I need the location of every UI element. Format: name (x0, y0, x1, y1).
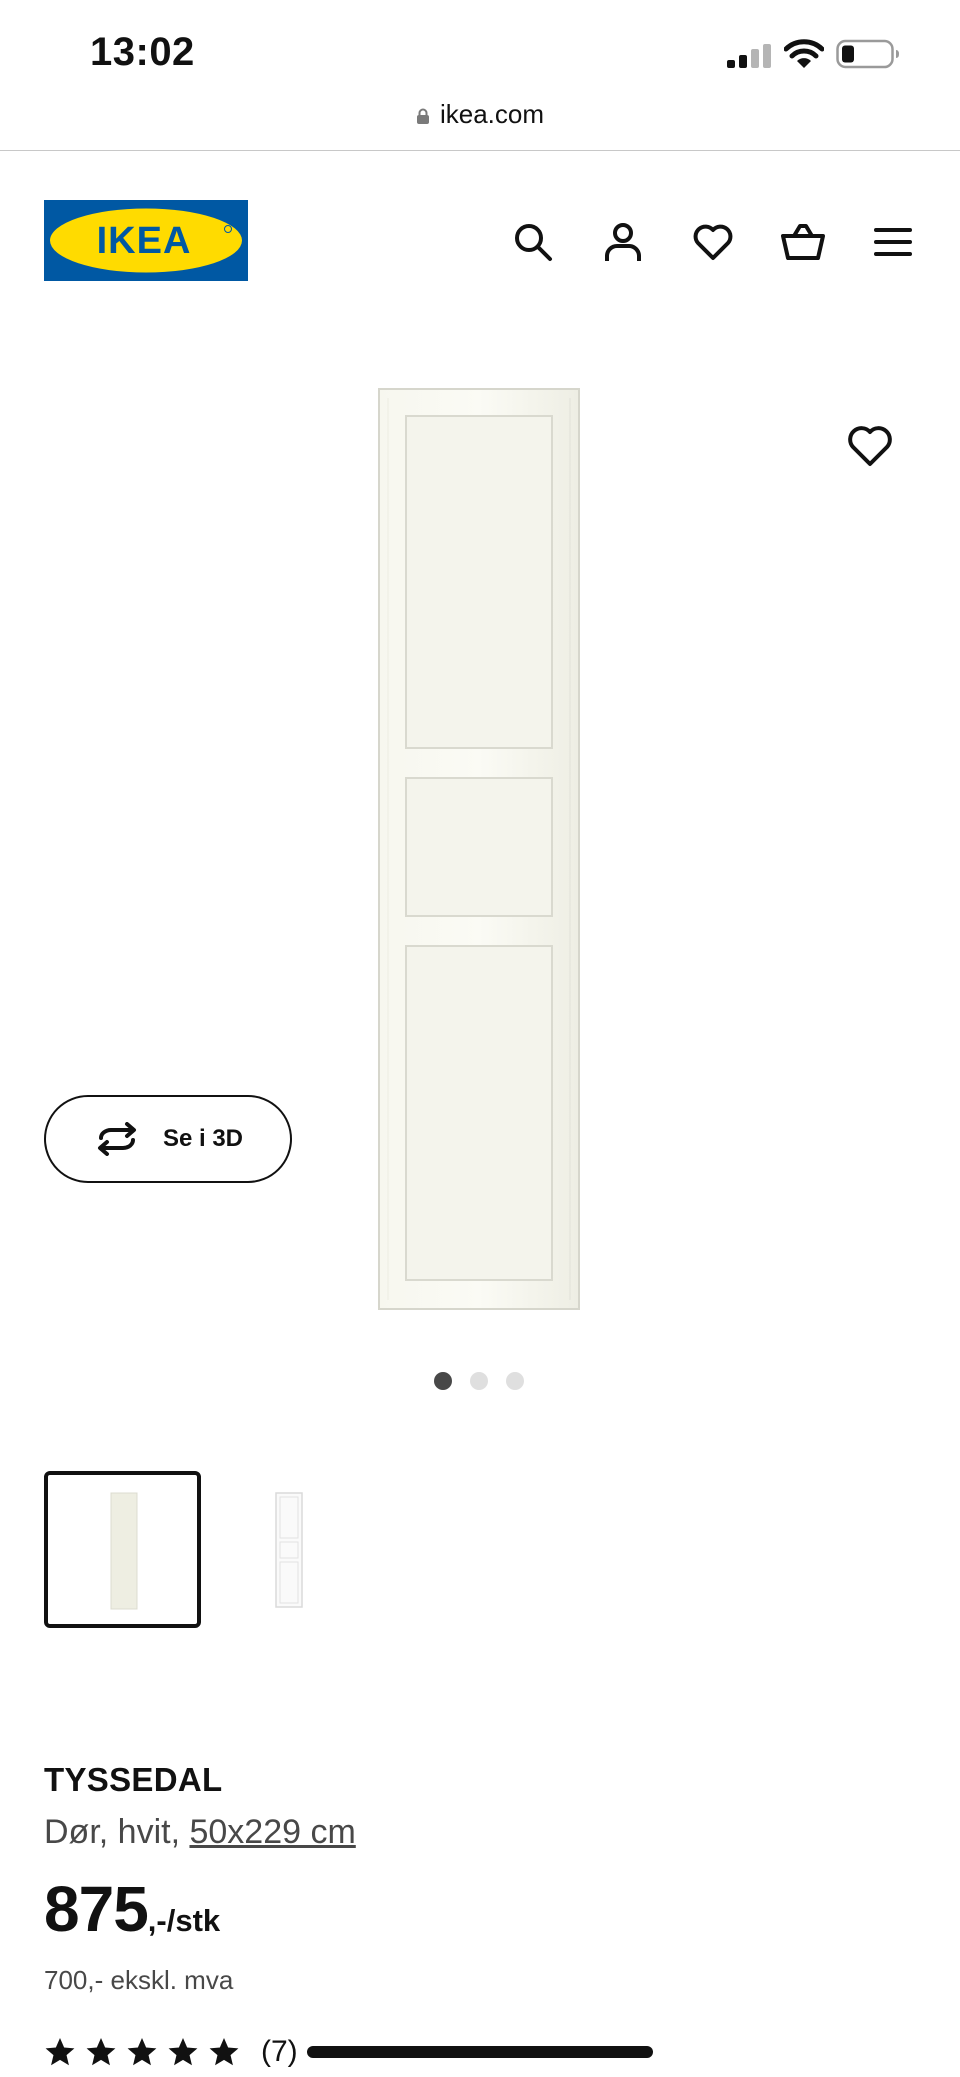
cellular-signal-icon (727, 44, 771, 68)
search-button[interactable] (509, 218, 557, 266)
product-type-text: Dør, hvit, (44, 1813, 190, 1851)
product-description: Dør, hvit, 50x229 cm (44, 1813, 356, 1852)
view-in-3d-label: Se i 3D (162, 1125, 244, 1152)
basket-icon (781, 224, 825, 260)
star-icon (86, 2038, 116, 2066)
site-header: IKEA (0, 150, 960, 330)
add-to-favourites-icon[interactable] (844, 420, 896, 472)
profile-button[interactable] (599, 218, 647, 266)
price-suffix: ,-/stk (147, 1903, 221, 1938)
carousel-dot-3[interactable] (506, 1372, 524, 1390)
browser-url-bar[interactable]: ikea.com (0, 95, 960, 151)
menu-icon (874, 228, 912, 256)
product-price: 875,-/stk (44, 1872, 220, 1946)
thumbnail-door-line-drawing (275, 1492, 303, 1608)
price-amount: 875 (44, 1873, 149, 1945)
carousel-dot-1[interactable] (434, 1372, 452, 1390)
review-count: (7) (261, 2035, 298, 2068)
thumbnail-1[interactable] (44, 1471, 201, 1628)
image-carousel-dots (434, 1372, 524, 1390)
star-icon (209, 2038, 239, 2066)
search-icon (515, 224, 552, 261)
status-time: 13:02 (90, 30, 195, 74)
thumbnail-door-image (110, 1492, 138, 1610)
home-indicator[interactable] (307, 2046, 653, 2058)
price-excl-vat: 700,- ekskl. mva (44, 1965, 234, 1995)
basket-button[interactable] (779, 218, 827, 266)
profile-icon (605, 223, 641, 261)
product-name: TYSSEDAL (44, 1761, 223, 1798)
svg-text:IKEA: IKEA (97, 220, 192, 262)
ikea-logo[interactable]: IKEA (44, 200, 248, 281)
star-icon (127, 2038, 157, 2066)
favourites-button[interactable] (689, 218, 737, 266)
product-image-door[interactable] (378, 388, 580, 1310)
product-size-link[interactable]: 50x229 cm (189, 1813, 355, 1851)
star-icon (45, 2038, 75, 2066)
battery-icon (836, 39, 899, 69)
lock-icon (416, 108, 429, 124)
wifi-icon (784, 39, 824, 68)
url-text: ikea.com (439, 99, 545, 129)
heart-icon (693, 224, 733, 260)
star-icon (168, 2038, 198, 2066)
thumbnail-2[interactable] (211, 1471, 368, 1628)
carousel-dot-2[interactable] (470, 1372, 488, 1390)
product-rating[interactable]: (7) (44, 2035, 298, 2069)
status-bar: 13:02 (0, 0, 960, 104)
menu-button[interactable] (869, 218, 917, 266)
view-in-3d-button[interactable]: Se i 3D (44, 1095, 292, 1183)
rotate-3d-icon (97, 1122, 136, 1156)
